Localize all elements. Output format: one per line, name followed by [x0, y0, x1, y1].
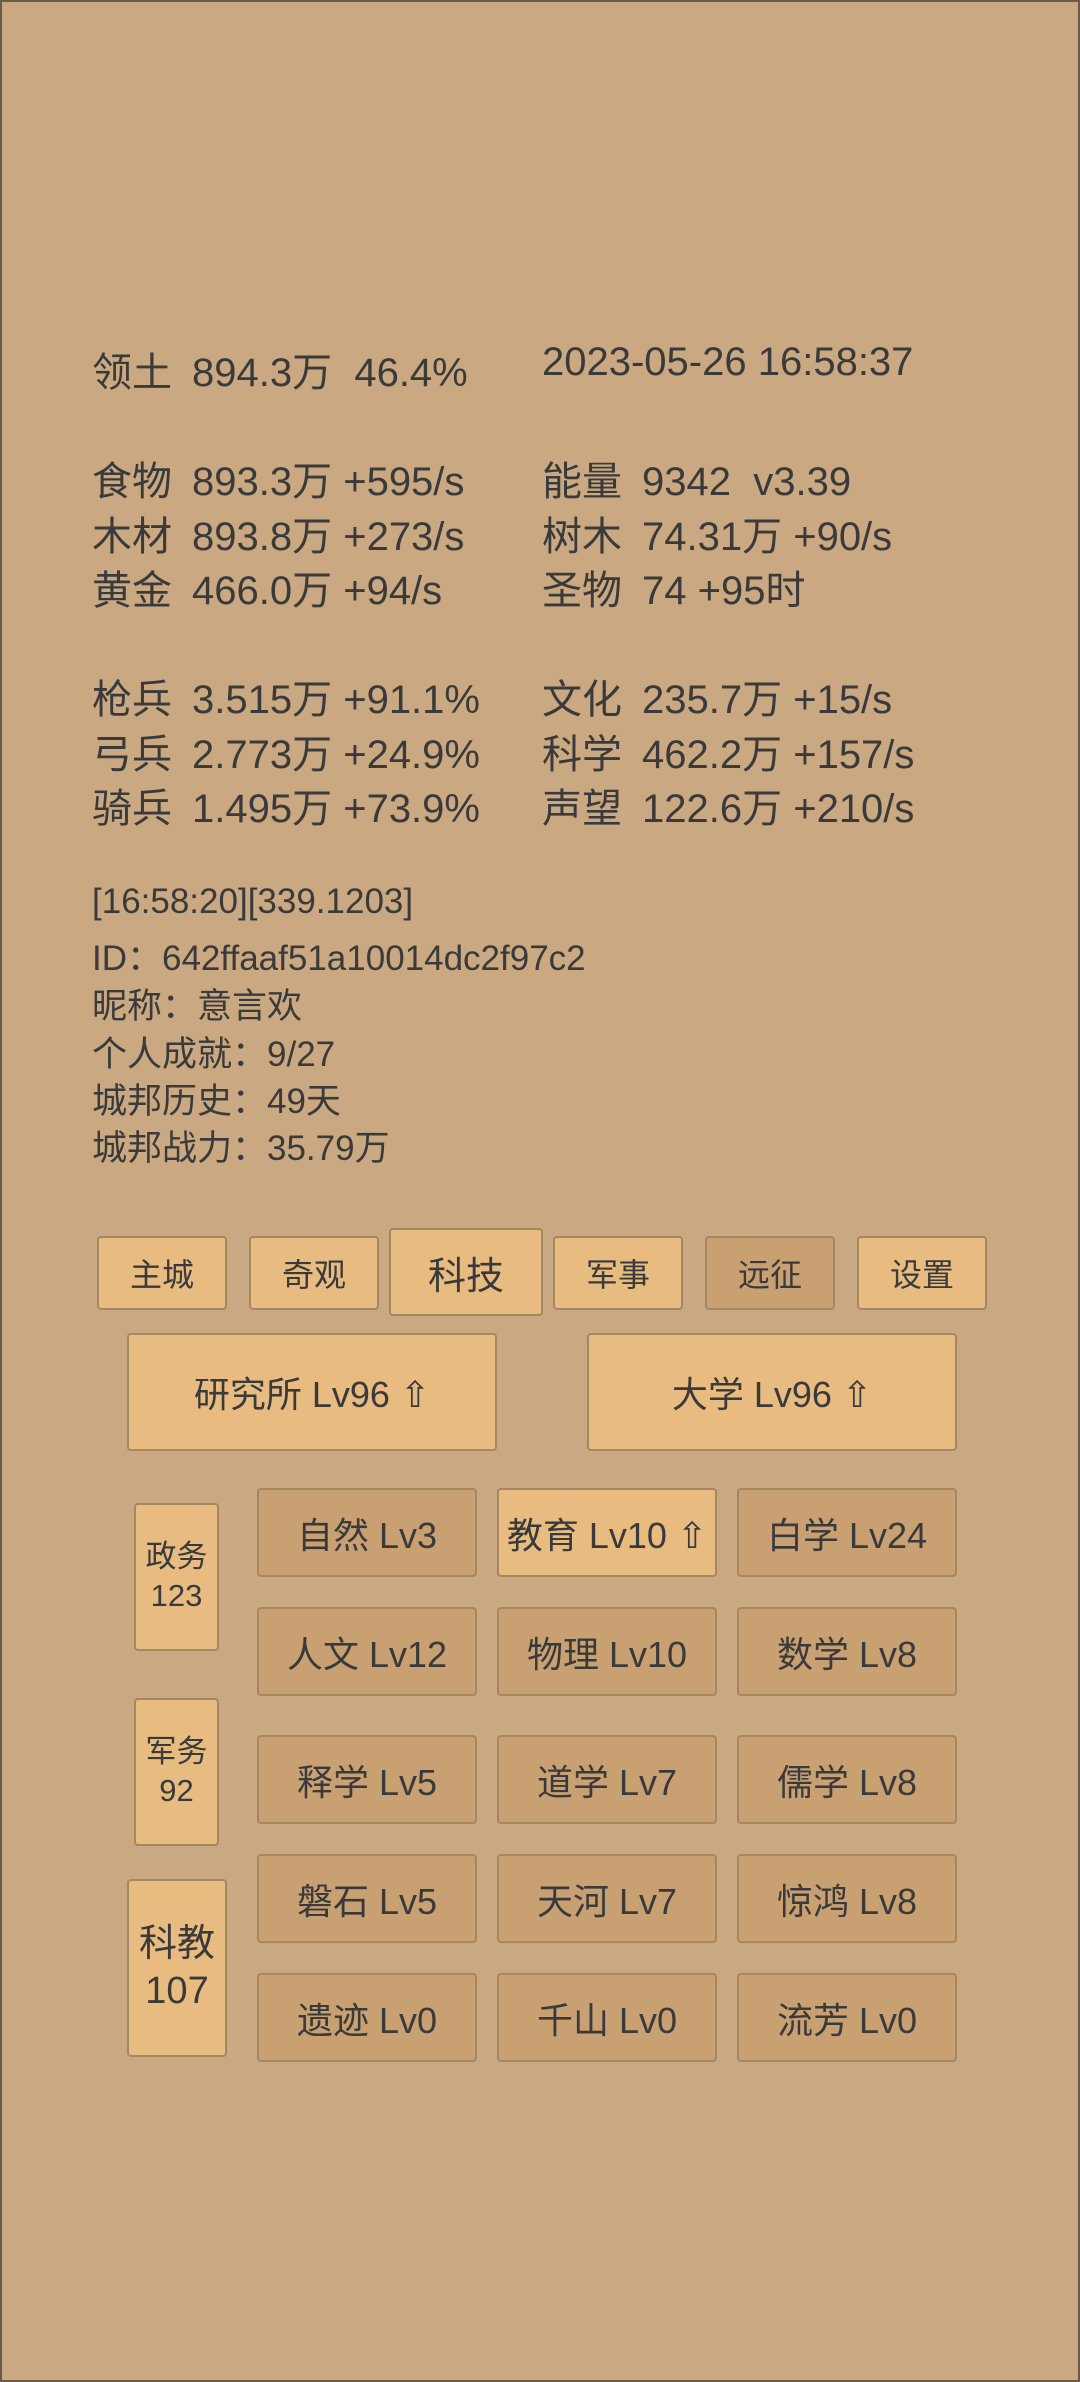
timber-value: 893.8万 +273/s — [192, 515, 465, 559]
tab-military[interactable]: 军事 — [553, 1236, 683, 1310]
institute-upgrade-button[interactable]: 研究所 Lv96 ⇧ — [127, 1333, 497, 1451]
food-label: 食物 — [92, 460, 172, 504]
scitech-label: 科教 — [138, 1922, 215, 1965]
science-row: 科学 462.2万 +157/s — [542, 722, 914, 780]
energy-row: 能量 9342 v3.39 — [542, 449, 851, 507]
log-timestamp: [16:58:20][339.1203] — [92, 882, 414, 921]
tab-expedition[interactable]: 远征 — [705, 1236, 835, 1310]
prestige-label: 声望 — [542, 787, 622, 831]
tech-humanities[interactable]: 人文 Lv12 — [257, 1607, 477, 1696]
gold-value: 466.0万 +94/s — [192, 569, 443, 613]
territory-value: 894.3万 46.4% — [192, 351, 468, 395]
spear-value: 3.515万 +91.1% — [192, 678, 480, 722]
spear-label: 枪兵 — [92, 678, 172, 722]
tech-buddhism[interactable]: 释学 Lv5 — [257, 1735, 477, 1824]
player-id: ID：642ffaaf51a10014dc2f97c2 — [92, 939, 586, 978]
archer-row: 弓兵 2.773万 +24.9% — [92, 722, 480, 780]
science-label: 科学 — [542, 733, 622, 777]
politics-value: 123 — [150, 1578, 203, 1613]
energy-label: 能量 — [542, 460, 622, 504]
trees-value: 74.31万 +90/s — [642, 515, 893, 559]
territory-row: 领土 894.3万 46.4% — [92, 340, 468, 398]
territory-label: 领土 — [92, 351, 172, 395]
military-affairs-value: 92 — [159, 1773, 194, 1808]
tech-liufang[interactable]: 流芳 Lv0 — [737, 1973, 957, 2062]
timber-label: 木材 — [92, 515, 172, 559]
culture-row: 文化 235.7万 +15/s — [542, 667, 892, 725]
politics-counter[interactable]: 政务 123 — [134, 1503, 219, 1651]
tech-taoism[interactable]: 道学 Lv7 — [497, 1735, 717, 1824]
relic-row: 圣物 74 +95时 — [542, 558, 805, 616]
archer-label: 弓兵 — [92, 733, 172, 777]
achievements: 个人成就：9/27 — [92, 1035, 336, 1074]
culture-label: 文化 — [542, 678, 622, 722]
gold-row: 黄金 466.0万 +94/s — [92, 558, 442, 616]
university-upgrade-button[interactable]: 大学 Lv96 ⇧ — [587, 1333, 957, 1451]
city-power: 城邦战力：35.79万 — [92, 1129, 390, 1168]
tech-jinghong[interactable]: 惊鸿 Lv8 — [737, 1854, 957, 1943]
food-row: 食物 893.3万 +595/s — [92, 449, 464, 507]
timber-row: 木材 893.8万 +273/s — [92, 504, 464, 562]
scitech-value: 107 — [145, 1970, 209, 2012]
tech-nature[interactable]: 自然 Lv3 — [257, 1488, 477, 1577]
tab-main-city[interactable]: 主城 — [97, 1236, 227, 1310]
player-nickname: 昵称：意言欢 — [92, 987, 303, 1026]
gold-label: 黄金 — [92, 569, 172, 613]
cavalry-row: 骑兵 1.495万 +73.9% — [92, 776, 480, 834]
trees-row: 树木 74.31万 +90/s — [542, 504, 892, 562]
cavalry-label: 骑兵 — [92, 787, 172, 831]
tech-baixue[interactable]: 白学 Lv24 — [737, 1488, 957, 1577]
prestige-row: 声望 122.6万 +210/s — [542, 776, 914, 834]
military-affairs-counter[interactable]: 军务 92 — [134, 1698, 219, 1846]
tab-settings[interactable]: 设置 — [857, 1236, 987, 1310]
tech-math[interactable]: 数学 Lv8 — [737, 1607, 957, 1696]
tech-physics[interactable]: 物理 Lv10 — [497, 1607, 717, 1696]
tab-wonders[interactable]: 奇观 — [249, 1236, 379, 1310]
prestige-value: 122.6万 +210/s — [642, 787, 915, 831]
politics-label: 政务 — [145, 1539, 208, 1575]
cavalry-value: 1.495万 +73.9% — [192, 787, 480, 831]
scitech-counter[interactable]: 科教 107 — [127, 1879, 227, 2057]
culture-value: 235.7万 +15/s — [642, 678, 893, 722]
datetime: 2023-05-26 16:58:37 — [542, 340, 914, 384]
relic-value: 74 +95时 — [642, 569, 806, 613]
trees-label: 树木 — [542, 515, 622, 559]
city-history: 城邦历史：49天 — [92, 1082, 341, 1121]
tech-confucianism[interactable]: 儒学 Lv8 — [737, 1735, 957, 1824]
military-affairs-label: 军务 — [145, 1734, 208, 1770]
food-value: 893.3万 +595/s — [192, 460, 465, 504]
tech-tianhe[interactable]: 天河 Lv7 — [497, 1854, 717, 1943]
science-value: 462.2万 +157/s — [642, 733, 915, 777]
tech-relics[interactable]: 遗迹 Lv0 — [257, 1973, 477, 2062]
tab-technology[interactable]: 科技 — [389, 1228, 543, 1316]
tech-panshi[interactable]: 磐石 Lv5 — [257, 1854, 477, 1943]
energy-value: 9342 v3.39 — [642, 460, 852, 504]
archer-value: 2.773万 +24.9% — [192, 733, 480, 777]
tech-education[interactable]: 教育 Lv10 ⇧ — [497, 1488, 717, 1577]
spear-row: 枪兵 3.515万 +91.1% — [92, 667, 480, 725]
relic-label: 圣物 — [542, 569, 622, 613]
tech-qianshan[interactable]: 千山 Lv0 — [497, 1973, 717, 2062]
